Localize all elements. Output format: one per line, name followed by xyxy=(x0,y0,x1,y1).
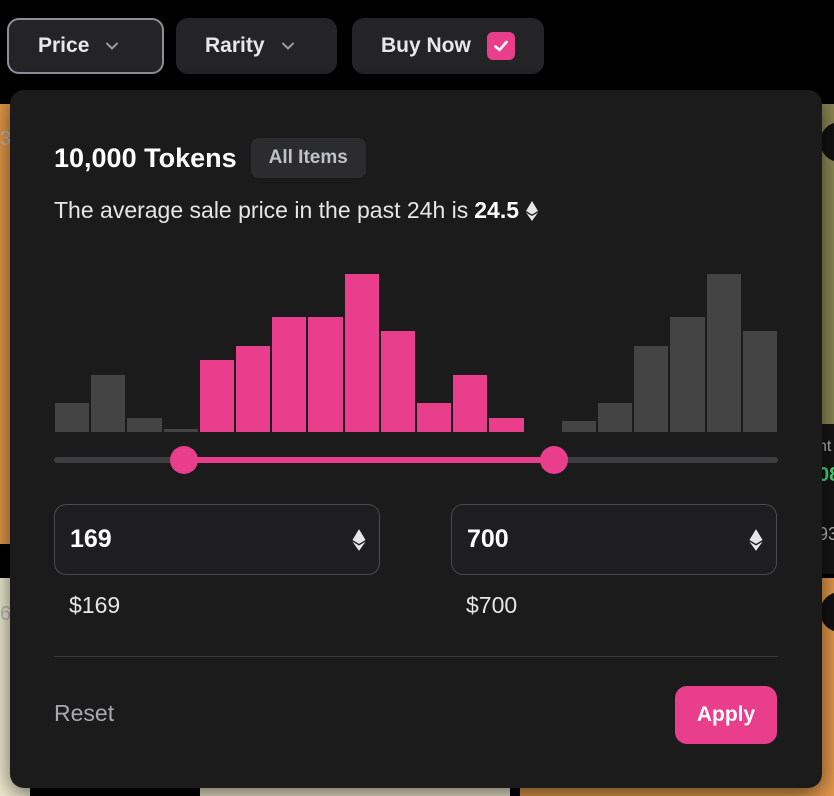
buy-now-toggle[interactable]: Buy Now xyxy=(352,18,544,74)
max-price-usd: $700 xyxy=(466,592,518,618)
rarity-filter-button[interactable]: Rarity xyxy=(176,18,337,74)
histogram-bar xyxy=(199,360,234,432)
min-price-value: 169 xyxy=(70,525,112,553)
price-filter-label: Price xyxy=(38,34,90,57)
price-histogram xyxy=(54,272,778,432)
min-price-input[interactable]: 169 xyxy=(54,504,380,575)
histogram-bar xyxy=(598,403,633,432)
all-items-tag[interactable]: All Items xyxy=(250,138,366,178)
price-range-slider[interactable] xyxy=(54,446,778,474)
rarity-filter-label: Rarity xyxy=(205,34,265,57)
chevron-down-icon xyxy=(106,42,119,50)
price-filter-panel: 10,000 Tokens All Items The average sale… xyxy=(10,90,822,788)
check-icon xyxy=(494,40,508,52)
histogram-bar xyxy=(127,417,162,432)
histogram-bar xyxy=(670,317,705,432)
average-price-prefix: The average sale price in the past 24h i… xyxy=(54,197,469,223)
histogram-bar xyxy=(634,345,669,432)
histogram-bar xyxy=(380,331,415,432)
buy-now-label: Buy Now xyxy=(381,34,471,57)
max-price-value: 700 xyxy=(467,525,509,553)
price-filter-button[interactable]: Price xyxy=(7,18,164,74)
histogram-bar xyxy=(236,345,271,432)
histogram-bar xyxy=(344,274,379,432)
histogram-bar xyxy=(91,374,126,432)
average-price-value: 24.5 xyxy=(474,197,520,223)
histogram-bar xyxy=(55,403,90,432)
ethereum-icon xyxy=(749,528,763,551)
histogram-bar xyxy=(308,317,343,432)
chevron-down-icon xyxy=(281,42,294,50)
histogram-bar xyxy=(706,274,741,432)
histogram-bar xyxy=(272,317,307,432)
reset-button[interactable]: Reset xyxy=(54,700,114,727)
panel-header: 10,000 Tokens All Items xyxy=(54,138,366,178)
price-max-handle[interactable] xyxy=(539,446,568,474)
price-min-handle[interactable] xyxy=(170,446,199,474)
histogram-bar xyxy=(163,429,198,432)
histogram-bar xyxy=(417,403,452,432)
panel-title: 10,000 Tokens xyxy=(54,142,237,173)
histogram-bar xyxy=(453,374,488,432)
max-price-input[interactable]: 700 xyxy=(451,504,777,575)
average-price-text: The average sale price in the past 24h i… xyxy=(54,197,539,224)
price-range-fill xyxy=(184,457,554,463)
buy-now-checkbox[interactable] xyxy=(486,32,515,60)
histogram-bar xyxy=(489,417,524,432)
ethereum-icon xyxy=(526,200,539,221)
histogram-bar xyxy=(742,331,777,432)
ethereum-icon xyxy=(352,528,366,551)
panel-divider xyxy=(54,656,778,657)
histogram-bar xyxy=(561,420,596,432)
apply-button[interactable]: Apply xyxy=(675,686,777,744)
min-price-usd: $169 xyxy=(69,592,121,618)
